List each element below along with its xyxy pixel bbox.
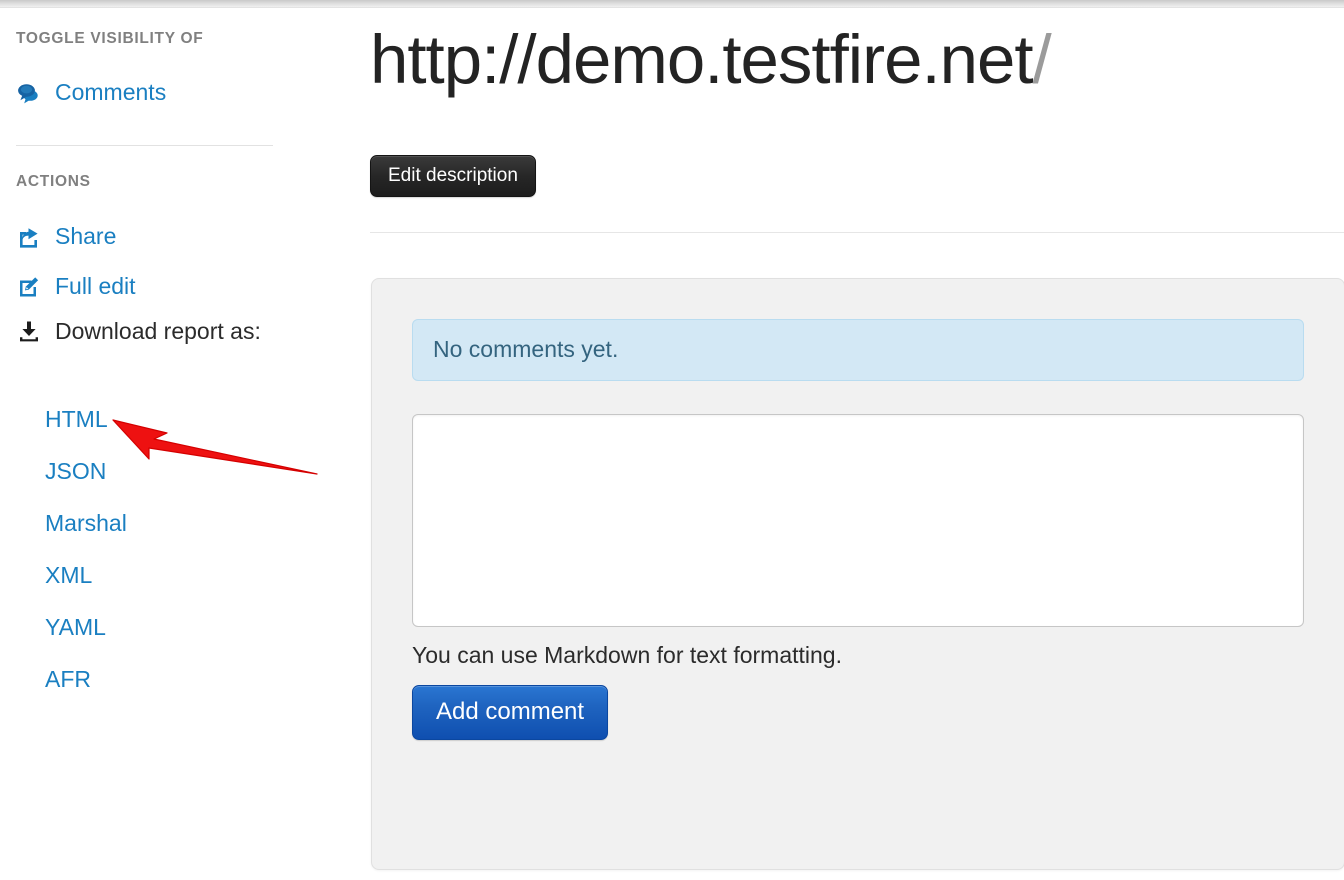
page-title-slash: / [1032,21,1052,98]
markdown-hint-text: You can use Markdown for text formatting… [412,642,842,668]
comments-icon [16,80,42,106]
sidebar-item-label: Share [55,223,117,250]
comments-panel: No comments yet. You can use Markdown fo… [371,278,1344,870]
add-comment-button[interactable]: Add comment [412,685,609,741]
list-item: Marshal [45,510,127,544]
list-item: XML [45,562,127,596]
download-format-xml[interactable]: XML [45,562,92,588]
share-icon [16,224,42,250]
page-title-url: http://demo.testfire.net [370,21,1034,98]
download-format-afr[interactable]: AFR [45,666,91,692]
list-item: JSON [45,458,127,492]
sidebar-item-label: Full edit [55,273,136,300]
list-item: HTML [45,406,127,440]
comment-input[interactable] [412,414,1304,627]
sidebar-item-full-edit[interactable]: Full edit [16,274,136,300]
download-format-html[interactable]: HTML [45,406,108,432]
list-item: YAML [45,614,127,648]
sidebar: TOGGLE VISIBILITY OF Comments ACTIONS Sh… [0,8,340,880]
sidebar-divider [16,145,273,146]
download-report-block: Download report as: [16,318,316,344]
no-comments-alert: No comments yet. [412,319,1304,381]
sidebar-item-label: Comments [55,79,167,106]
page-title: http://demo.testfire.net/ [370,21,1052,98]
content-divider [370,232,1344,233]
download-format-marshal[interactable]: Marshal [45,510,127,536]
sidebar-item-share[interactable]: Share [16,224,116,250]
sidebar-item-comments[interactable]: Comments [16,80,166,106]
list-item: AFR [45,666,127,700]
page-root: TOGGLE VISIBILITY OF Comments ACTIONS Sh… [0,8,1344,880]
actions-heading: ACTIONS [16,173,91,190]
main-content: http://demo.testfire.net/ Edit descripti… [340,8,1344,880]
download-icon [16,318,42,344]
edit-pencil-icon [16,274,42,300]
red-arrow-annotation-icon [112,419,318,475]
download-report-label: Download report as: [55,318,261,344]
edit-description-button[interactable]: Edit description [370,155,536,197]
download-format-list: HTML JSON Marshal XML YAML AFR [45,406,127,718]
download-format-json[interactable]: JSON [45,458,106,484]
browser-chrome-strip [0,0,1344,8]
download-format-yaml[interactable]: YAML [45,614,106,640]
toggle-visibility-heading: TOGGLE VISIBILITY OF [16,30,204,47]
